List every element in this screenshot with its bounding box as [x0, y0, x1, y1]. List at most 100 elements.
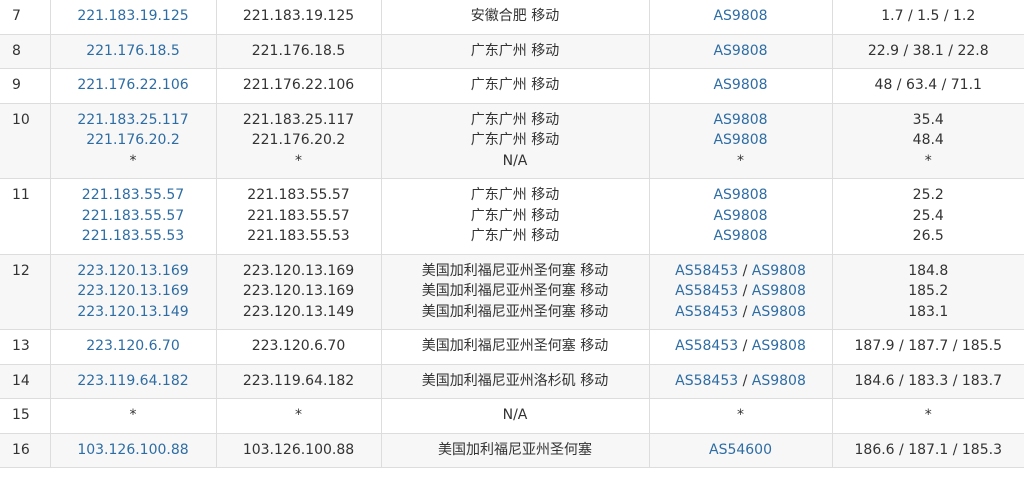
location-text: 美国加利福尼亚州圣何塞 移动 [421, 262, 609, 279]
ip-link[interactable]: 221.183.55.57 [51, 206, 216, 227]
location-text: 广东广州 移动 [470, 187, 560, 203]
asn-line: AS9808 [650, 110, 832, 131]
table-row: 15 * * N/A * * [0, 398, 1024, 434]
ip-link[interactable]: 223.119.64.182 [51, 371, 216, 392]
latency-text: 1.7 / 1.5 / 1.2 [881, 8, 976, 24]
asn-link[interactable]: AS9808 [713, 43, 767, 59]
asn-link[interactable]: AS58453 [675, 283, 738, 299]
hostname-cell: 223.119.64.182 [216, 364, 382, 399]
hop-number: 8 [12, 42, 21, 59]
location-text: 广东广州 移动 [470, 77, 560, 93]
asn-link[interactable]: AS9808 [713, 77, 767, 93]
asn-link[interactable]: AS54600 [709, 442, 772, 458]
ip-cell: 221.176.22.106 [50, 68, 217, 104]
hop-number-cell: 15 [0, 398, 51, 434]
table-row: 10 221.183.25.117 221.176.20.2 * 221.183.25.… [0, 103, 1024, 179]
asn-line: AS54600 [650, 440, 832, 461]
latency-cell: 1.7 / 1.5 / 1.2 [832, 0, 1024, 35]
latency-text: 186.6 / 187.1 / 185.3 [854, 441, 1002, 458]
table-row: 8 221.176.18.5 221.176.18.5 广东广州 移动 AS9808 22… [0, 34, 1024, 69]
ip-link[interactable]: 103.126.100.88 [51, 440, 216, 461]
asn-link[interactable]: AS58453 [675, 338, 738, 354]
hop-number: 14 [12, 372, 30, 389]
asn-link[interactable]: AS9808 [752, 373, 806, 389]
location-cell: 广东广州 移动 广东广州 移动 N/A [381, 103, 650, 179]
table-row: 7 221.183.19.125 221.183.19.125 安徽合肥 移动 AS98… [0, 0, 1024, 35]
latency-cell: 35.4 48.4 * [832, 103, 1024, 179]
latency-cell: 184.8 185.2 183.1 [832, 254, 1024, 330]
asn-link[interactable]: AS9808 [713, 187, 767, 203]
hostname-text: 103.126.100.88 [242, 441, 355, 458]
latency-text: 26.5 [912, 228, 944, 244]
ip-link[interactable]: 221.176.20.2 [51, 130, 216, 151]
asn-line: AS58453 / AS9808 [650, 281, 832, 302]
latency-text: 48.4 [912, 132, 944, 148]
asn-link[interactable]: AS9808 [752, 283, 806, 299]
hostname-text: 221.176.20.2 [251, 132, 346, 148]
ip-link[interactable]: 223.120.13.149 [51, 302, 216, 323]
asn-link[interactable]: AS9808 [752, 263, 806, 279]
asn-line: AS9808 [650, 185, 832, 206]
asn-line: AS9808 [650, 41, 832, 62]
location-text: 美国加利福尼亚州圣何塞 移动 [421, 338, 609, 354]
ip-link[interactable]: 221.176.18.5 [51, 41, 216, 62]
latency-text: 184.6 / 183.3 / 183.7 [854, 372, 1002, 389]
latency-cell: 22.9 / 38.1 / 22.8 [832, 34, 1024, 69]
hop-number: 11 [12, 187, 30, 203]
asn-link[interactable]: AS9808 [713, 112, 767, 128]
hostname-text: 221.183.55.53 [247, 228, 350, 244]
location-text: 广东广州 移动 [470, 42, 560, 59]
latency-cell: 25.2 25.4 26.5 [832, 178, 1024, 255]
asn-line: AS9808 [650, 75, 832, 96]
hostname-cell: 223.120.13.169 223.120.13.169 223.120.13.1… [216, 254, 382, 330]
hostname-text: 221.176.18.5 [251, 42, 346, 59]
asn-cell: AS9808 [649, 34, 833, 69]
asn-link[interactable]: AS9808 [713, 208, 767, 224]
hostname-cell: 221.183.25.117 221.176.20.2 * [216, 103, 382, 179]
traceroute-table-body: 7 221.183.19.125 221.183.19.125 安徽合肥 移动 AS98… [0, 0, 1024, 468]
ip-cell: 223.119.64.182 [50, 364, 217, 399]
asn-line: AS9808 [650, 6, 832, 27]
ip-link[interactable]: 221.176.22.106 [51, 75, 216, 96]
ip-link[interactable]: 221.183.55.57 [51, 185, 216, 206]
hostname-text: 223.120.13.149 [242, 303, 355, 320]
ip-link[interactable]: 221.183.25.117 [51, 110, 216, 131]
asn-cell: * [649, 398, 833, 434]
latency-cell: 48 / 63.4 / 71.1 [832, 68, 1024, 104]
location-text: 安徽合肥 移动 [470, 8, 560, 24]
latency-cell: * [832, 398, 1024, 434]
location-cell: 美国加利福尼亚州圣何塞 移动 美国加利福尼亚州圣何塞 移动 美国加利福尼亚州圣何塞 … [381, 254, 650, 330]
hostname-cell: 223.120.6.70 [216, 329, 382, 365]
hostname-cell: 221.176.18.5 [216, 34, 382, 69]
latency-text: * [924, 152, 932, 169]
location-cell: 广东广州 移动 广东广州 移动 广东广州 移动 [381, 178, 650, 255]
asn-placeholder: * [737, 407, 744, 423]
latency-text: 35.4 [912, 111, 944, 128]
hop-number: 13 [12, 338, 30, 354]
location-text: 广东广州 移动 [470, 207, 560, 224]
asn-link[interactable]: AS9808 [713, 132, 767, 148]
ip-link[interactable]: 223.120.13.169 [51, 281, 216, 302]
asn-link[interactable]: AS58453 [675, 304, 738, 320]
hop-number: 9 [12, 77, 21, 93]
asn-link[interactable]: AS9808 [713, 228, 767, 244]
asn-link[interactable]: AS9808 [713, 8, 767, 24]
ip-cell: * [50, 398, 217, 434]
asn-link[interactable]: AS58453 [675, 263, 738, 279]
ip-link[interactable]: 223.120.6.70 [51, 336, 216, 357]
asn-link[interactable]: AS9808 [752, 304, 806, 320]
table-row: 12 223.120.13.169 223.120.13.169 223.120.13… [0, 254, 1024, 330]
hop-number-cell: 13 [0, 329, 51, 365]
asn-line: * [650, 151, 832, 172]
hostname-text: 223.120.6.70 [251, 338, 346, 354]
hostname-text: 221.176.22.106 [242, 77, 355, 93]
hop-number-cell: 7 [0, 0, 51, 35]
asn-link[interactable]: AS58453 [675, 373, 738, 389]
asn-placeholder: * [737, 152, 744, 169]
ip-link[interactable]: 223.120.13.169 [51, 261, 216, 282]
ip-link[interactable]: 221.183.19.125 [51, 6, 216, 27]
ip-link[interactable]: 221.183.55.53 [51, 226, 216, 247]
latency-cell: 184.6 / 183.3 / 183.7 [832, 364, 1024, 399]
hostname-text: * [295, 152, 302, 169]
asn-link[interactable]: AS9808 [752, 338, 806, 354]
